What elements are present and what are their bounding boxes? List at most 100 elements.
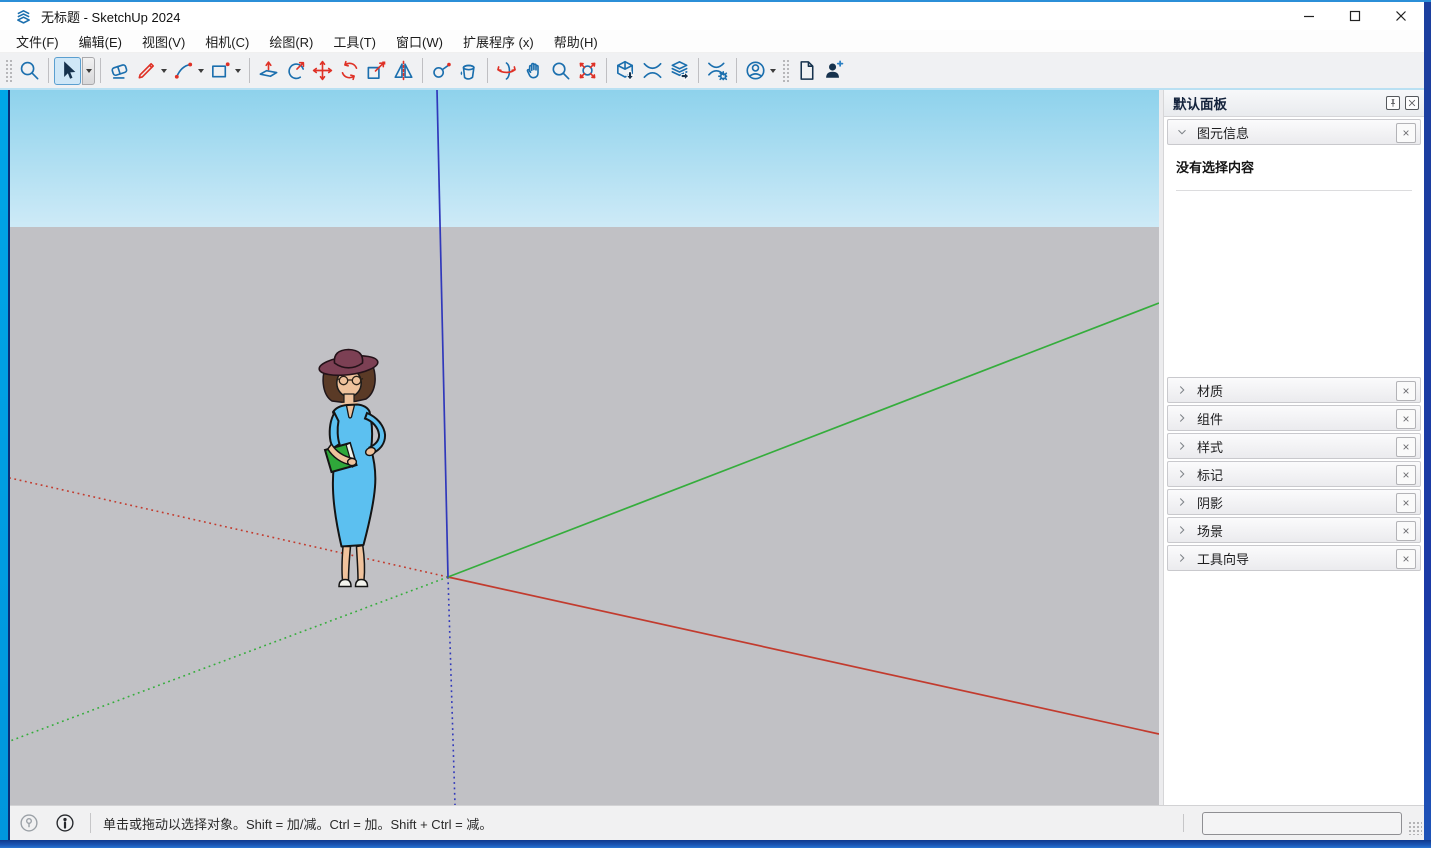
move-tool-button[interactable] [309,57,336,85]
extension-manager-tool-button[interactable] [704,57,731,85]
chevron-right-icon [1175,523,1189,537]
paint-bucket-tool-button[interactable] [455,57,482,85]
chevron-right-icon [1175,411,1189,425]
section-close-button[interactable]: × [1396,493,1416,513]
entity-info-content: 没有选择内容 [1164,145,1424,375]
extension-warehouse-tool-button[interactable] [639,57,666,85]
menu-help[interactable]: 帮助(H) [544,30,608,53]
account-tool-button[interactable] [742,57,769,85]
orbit-tool-button[interactable] [493,57,520,85]
arc-dropdown[interactable] [198,69,204,73]
section-close-button[interactable]: × [1396,521,1416,541]
select-dropdown[interactable] [82,57,95,85]
minimize-button[interactable] [1286,2,1332,30]
window-right-edge [1424,0,1431,848]
add-person-icon [822,59,845,82]
section-styles[interactable]: 样式 × [1167,433,1421,459]
chevron-down-icon [86,69,92,73]
section-label: 材质 [1197,381,1223,400]
menu-extensions[interactable]: 扩展程序 (x) [453,30,544,53]
tray-pin-button[interactable] [1386,96,1400,110]
follow-me-tool-button[interactable] [282,57,309,85]
section-close-button[interactable]: × [1396,465,1416,485]
section-label: 工具向导 [1197,549,1249,568]
arc-tool-button[interactable] [170,57,197,85]
tape-measure-tool-button[interactable] [428,57,455,85]
maximize-button[interactable] [1332,2,1378,30]
rotate-tool-button[interactable] [336,57,363,85]
section-scenes[interactable]: 场景 × [1167,517,1421,543]
arc-icon [172,59,195,82]
menu-edit[interactable]: 编辑(E) [69,30,132,53]
drawing-viewport[interactable] [10,90,1159,805]
eraser-tool-button[interactable] [106,57,133,85]
share-model-tool-button[interactable] [666,57,693,85]
section-close-button[interactable]: × [1396,123,1416,143]
chevron-right-icon [1175,551,1189,565]
line-tool-button[interactable] [133,57,160,85]
menu-file[interactable]: 文件(F) [6,30,69,53]
eraser-icon [108,59,131,82]
orbit-icon [495,59,518,82]
close-button[interactable] [1378,2,1424,30]
rectangle-dropdown[interactable] [235,69,241,73]
menu-camera[interactable]: 相机(C) [195,30,259,53]
window-title: 无标题 - SketchUp 2024 [41,7,180,26]
drawing-axes[interactable] [10,90,1159,805]
zoom-tool-button[interactable] [547,57,574,85]
move-icon [311,59,334,82]
menu-tools[interactable]: 工具(T) [323,30,386,53]
search-tool-button[interactable] [16,57,43,85]
toolbar-grip[interactable] [5,59,13,83]
section-shadows[interactable]: 阴影 × [1167,489,1421,515]
pan-icon [522,59,545,82]
tray-close-button[interactable] [1405,96,1419,110]
rectangle-icon [209,59,232,82]
divider [1176,190,1412,191]
measurement-input[interactable] [1202,812,1402,835]
sketchup-logo-icon [15,8,32,25]
toolbar-grip[interactable] [782,59,790,83]
select-tool-button[interactable] [54,57,81,85]
section-entity-info[interactable]: 图元信息 × [1167,119,1421,145]
divider [1183,814,1184,832]
section-label: 阴影 [1197,493,1223,512]
add-person-tool-button[interactable] [820,57,847,85]
toolbar-separator [487,58,488,83]
scale-figure[interactable] [300,343,410,593]
scale-tool-button[interactable] [363,57,390,85]
chevron-right-icon [1175,439,1189,453]
statusbar: 单击或拖动以选择对象。Shift = 加/减。Ctrl = 加。Shift + … [0,805,1424,840]
section-close-button[interactable]: × [1396,409,1416,429]
new-file-tool-button[interactable] [793,57,820,85]
push-pull-tool-button[interactable] [255,57,282,85]
menu-view[interactable]: 视图(V) [132,30,195,53]
geolocation-icon[interactable] [18,812,40,834]
menu-window[interactable]: 窗口(W) [386,30,453,53]
entity-info-message: 没有选择内容 [1176,157,1412,176]
menu-draw[interactable]: 绘图(R) [259,30,323,53]
account-dropdown[interactable] [770,69,776,73]
resize-grip[interactable] [1408,821,1422,835]
line-dropdown[interactable] [161,69,167,73]
section-materials[interactable]: 材质 × [1167,377,1421,403]
flip-tool-button[interactable] [390,57,417,85]
pin-icon [1388,98,1398,108]
toolbar [0,53,1424,90]
section-close-button[interactable]: × [1396,549,1416,569]
section-close-button[interactable]: × [1396,437,1416,457]
follow-me-icon [284,59,307,82]
rectangle-tool-button[interactable] [207,57,234,85]
section-tags[interactable]: 标记 × [1167,461,1421,487]
section-instructor[interactable]: 工具向导 × [1167,545,1421,571]
section-components[interactable]: 组件 × [1167,405,1421,431]
account-icon [744,59,767,82]
pan-tool-button[interactable] [520,57,547,85]
zoom-extents-tool-button[interactable] [574,57,601,85]
3d-warehouse-tool-button[interactable] [612,57,639,85]
layers-share-icon [668,59,691,82]
section-close-button[interactable]: × [1396,381,1416,401]
flip-icon [392,59,415,82]
claim-credit-icon[interactable] [54,812,76,834]
zoom-icon [549,59,572,82]
